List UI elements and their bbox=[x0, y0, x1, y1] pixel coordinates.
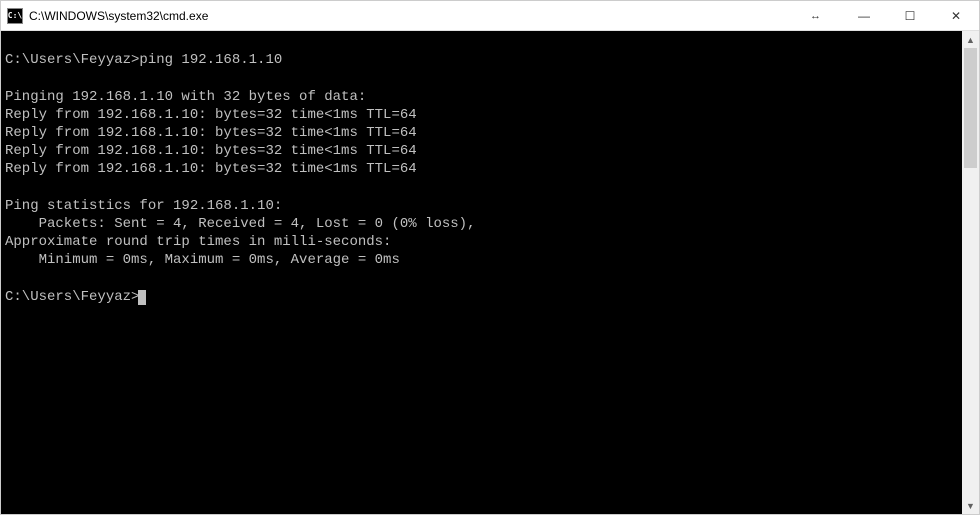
client-area: C:\Users\Feyyaz>ping 192.168.1.10 Pingin… bbox=[1, 31, 979, 514]
close-button[interactable]: ✕ bbox=[933, 1, 979, 30]
window-controls: — ☐ ✕ bbox=[841, 1, 979, 30]
maximize-button[interactable]: ☐ bbox=[887, 1, 933, 30]
text-cursor bbox=[138, 290, 146, 305]
titlebar[interactable]: C:\ C:\WINDOWS\system32\cmd.exe ↔ — ☐ ✕ bbox=[1, 1, 979, 31]
vertical-scrollbar[interactable]: ▲ ▼ bbox=[962, 31, 979, 514]
resize-horiz-icon: ↔ bbox=[790, 10, 841, 22]
cmd-window: C:\ C:\WINDOWS\system32\cmd.exe ↔ — ☐ ✕ … bbox=[0, 0, 980, 515]
terminal-output[interactable]: C:\Users\Feyyaz>ping 192.168.1.10 Pingin… bbox=[1, 31, 962, 514]
scroll-up-button[interactable]: ▲ bbox=[962, 31, 979, 48]
scrollbar-thumb[interactable] bbox=[964, 48, 977, 168]
scrollbar-track[interactable] bbox=[962, 48, 979, 497]
minimize-button[interactable]: — bbox=[841, 1, 887, 30]
window-title: C:\WINDOWS\system32\cmd.exe bbox=[29, 9, 208, 23]
scroll-down-button[interactable]: ▼ bbox=[962, 497, 979, 514]
cmd-icon: C:\ bbox=[7, 8, 23, 24]
command-prompt[interactable]: C:\Users\Feyyaz> bbox=[5, 289, 139, 305]
